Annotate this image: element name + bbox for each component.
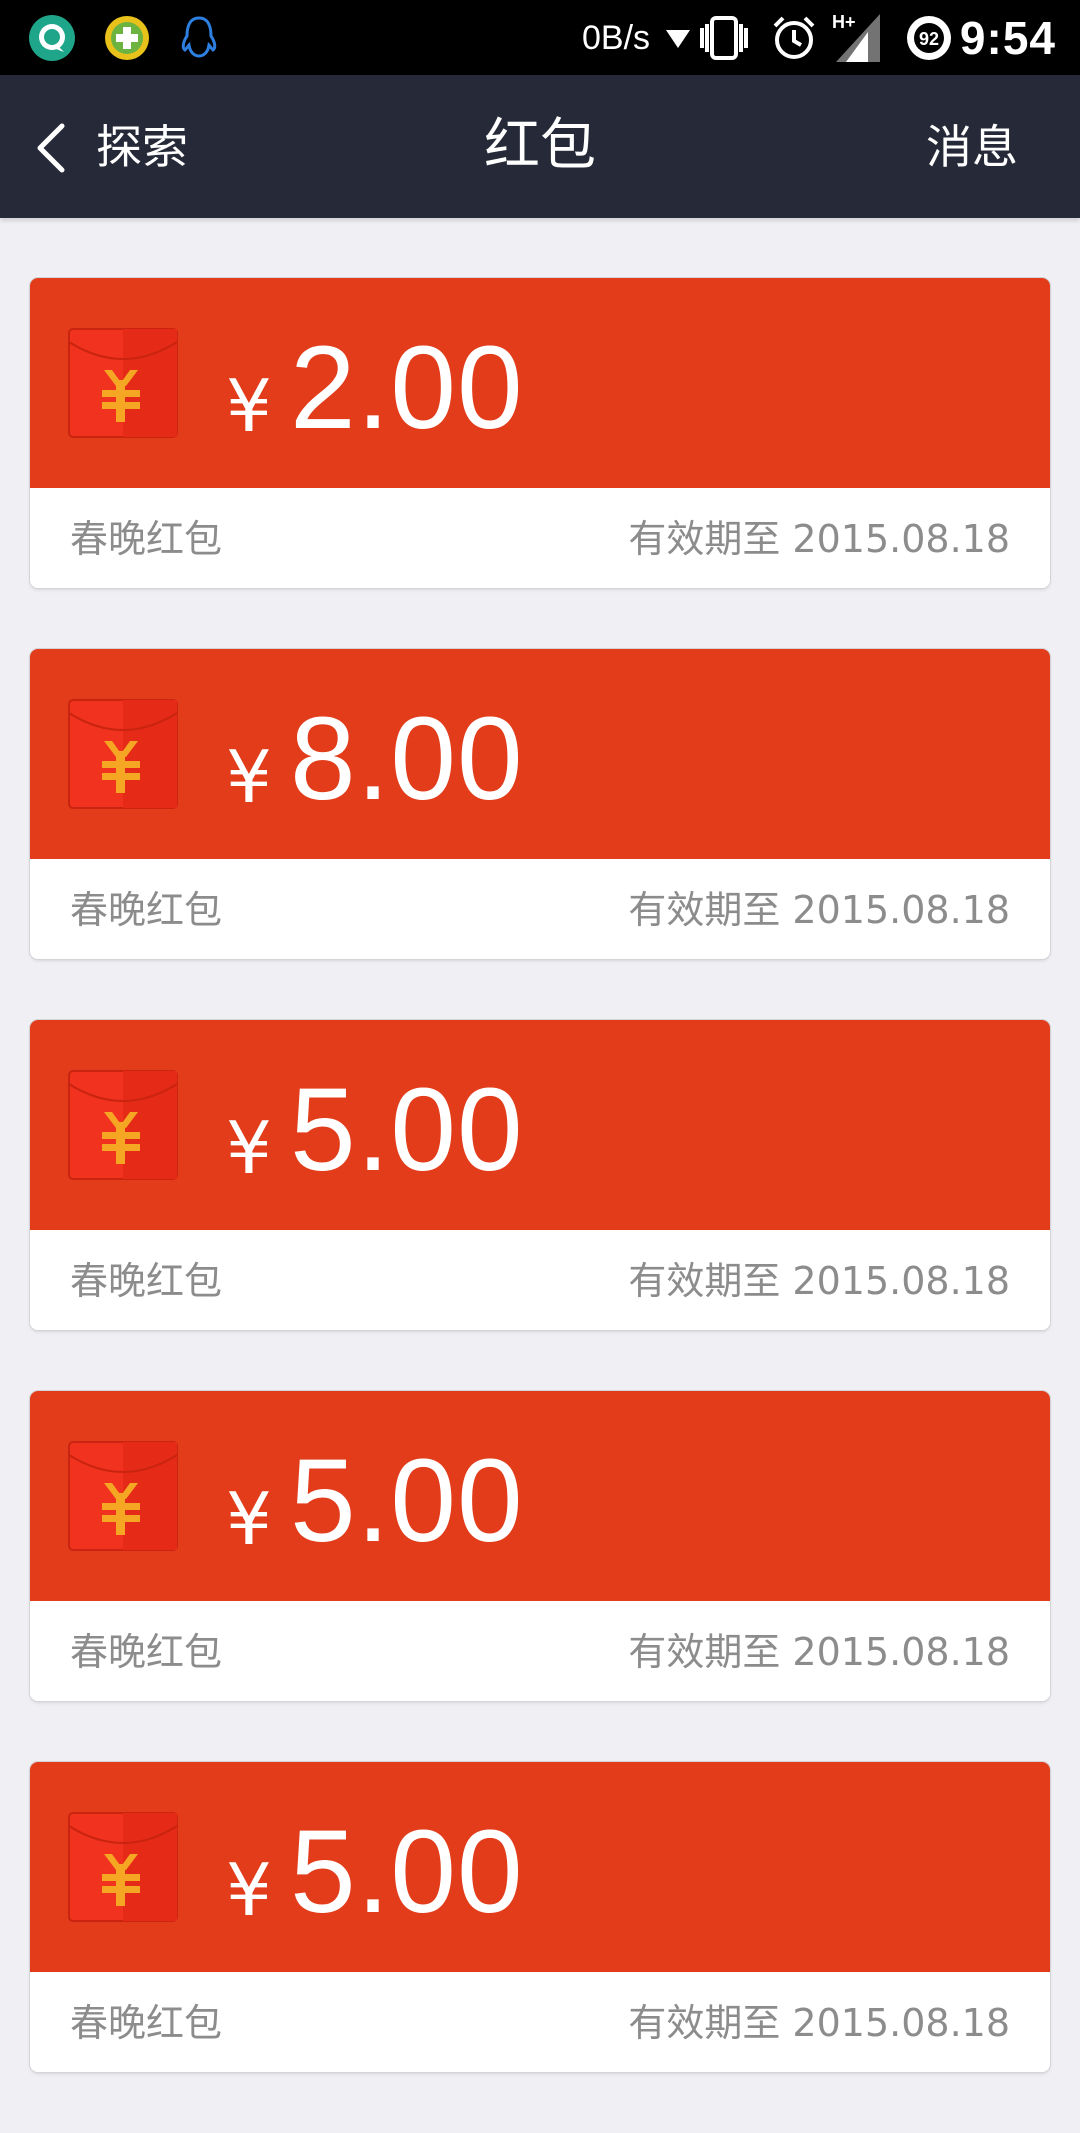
packet-label: 春晚红包 — [70, 1630, 223, 1674]
packet-amount: 5.00 — [290, 1064, 524, 1196]
currency-symbol: ¥ — [226, 1848, 272, 1932]
battery-icon: 92 — [907, 16, 951, 60]
alarm-icon — [773, 16, 815, 59]
red-envelope-icon — [68, 328, 178, 438]
packet-label: 春晚红包 — [70, 2001, 223, 2045]
card-footer: 春晚红包 有效期至 2015.08.18 — [30, 859, 1050, 959]
svg-text:H+: H+ — [832, 12, 856, 32]
red-packet-card[interactable]: ¥ 5.00 春晚红包 有效期至 2015.08.18 — [30, 1020, 1050, 1330]
red-packet-card[interactable]: ¥ 2.00 春晚红包 有效期至 2015.08.18 — [30, 278, 1050, 588]
card-header: ¥ 5.00 — [30, 1020, 1050, 1230]
network-speed: 0B/s — [582, 19, 651, 57]
packet-amount: 5.00 — [290, 1806, 524, 1938]
packet-amount: 5.00 — [290, 1435, 524, 1567]
hplus-signal-icon: H+ — [832, 12, 880, 62]
card-header: ¥ 5.00 — [30, 1762, 1050, 1972]
packet-label: 春晚红包 — [70, 517, 223, 561]
card-header: ¥ 8.00 — [30, 649, 1050, 859]
packet-label: 春晚红包 — [70, 1259, 223, 1303]
packet-expiry: 有效期至 2015.08.18 — [628, 888, 1010, 932]
packet-amount: 8.00 — [290, 693, 524, 825]
download-arrow-icon — [666, 30, 690, 48]
currency-symbol: ¥ — [226, 1106, 272, 1190]
packet-label: 春晚红包 — [70, 888, 223, 932]
currency-symbol: ¥ — [226, 364, 272, 448]
packet-expiry: 有效期至 2015.08.18 — [628, 1259, 1010, 1303]
red-packet-list: ¥ 2.00 春晚红包 有效期至 2015.08.18 ¥ 8.00 春晚红包 … — [30, 278, 1050, 2133]
currency-symbol: ¥ — [226, 735, 272, 819]
red-packet-card[interactable]: ¥ 5.00 春晚红包 有效期至 2015.08.18 — [30, 1391, 1050, 1701]
card-footer: 春晚红包 有效期至 2015.08.18 — [30, 1601, 1050, 1701]
red-packet-card[interactable]: ¥ 5.00 春晚红包 有效期至 2015.08.18 — [30, 1762, 1050, 2072]
red-packet-card[interactable]: ¥ 8.00 春晚红包 有效期至 2015.08.18 — [30, 649, 1050, 959]
top-nav-bar: 探索 红包 消息 — [0, 75, 1080, 218]
currency-symbol: ¥ — [226, 1477, 272, 1561]
packet-expiry: 有效期至 2015.08.18 — [628, 1630, 1010, 1674]
qq-penguin-icon — [181, 16, 217, 58]
page-title: 红包 — [484, 113, 596, 178]
clock: 9:54 — [959, 12, 1056, 64]
card-footer: 春晚红包 有效期至 2015.08.18 — [30, 488, 1050, 588]
red-envelope-icon — [68, 1070, 178, 1180]
packet-expiry: 有效期至 2015.08.18 — [628, 517, 1010, 561]
messages-button[interactable]: 消息 — [926, 117, 1018, 177]
red-envelope-icon — [68, 1812, 178, 1922]
packet-amount: 2.00 — [290, 322, 524, 454]
card-footer: 春晚红包 有效期至 2015.08.18 — [30, 1230, 1050, 1330]
card-header: ¥ 5.00 — [30, 1391, 1050, 1601]
chat-app-icon — [29, 15, 75, 61]
svg-text:92: 92 — [919, 29, 939, 49]
card-header: ¥ 2.00 — [30, 278, 1050, 488]
red-envelope-icon — [68, 699, 178, 809]
plus-app-icon — [105, 16, 149, 60]
card-footer: 春晚红包 有效期至 2015.08.18 — [30, 1972, 1050, 2072]
red-envelope-icon — [68, 1441, 178, 1551]
packet-expiry: 有效期至 2015.08.18 — [628, 2001, 1010, 2045]
vibrate-icon — [700, 16, 748, 60]
status-bar: 0B/s H+ 92 9:54 — [0, 0, 1080, 75]
